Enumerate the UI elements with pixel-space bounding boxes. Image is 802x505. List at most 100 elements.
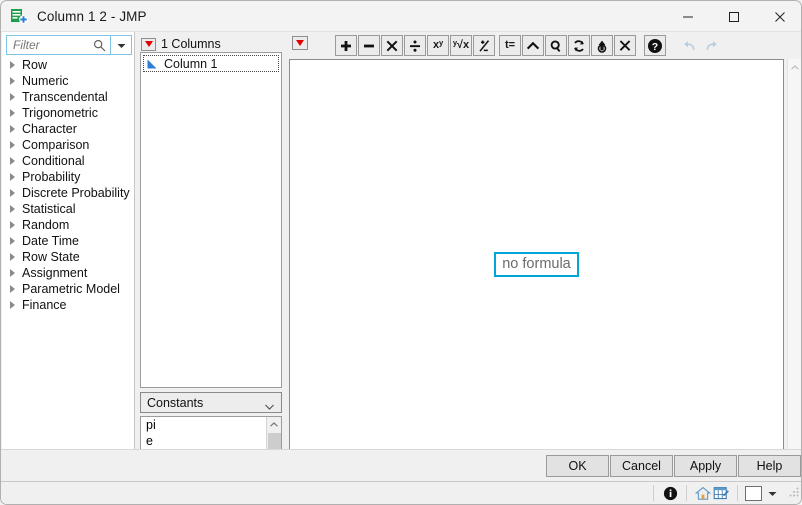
plus-minus-button[interactable]	[473, 35, 495, 56]
column-list-item[interactable]: Column 1	[143, 55, 279, 72]
chevron-down-icon[interactable]	[768, 486, 777, 500]
svg-text:?: ?	[652, 41, 658, 53]
columns-list[interactable]: Column 1	[140, 52, 282, 388]
help-text-button[interactable]: Help	[738, 455, 801, 477]
status-divider	[737, 485, 738, 501]
function-category-label: Parametric Model	[22, 282, 120, 296]
peel-up-button[interactable]	[522, 35, 544, 56]
function-category-label: Date Time	[22, 234, 79, 248]
function-category-label: Discrete Probability	[22, 186, 130, 200]
home-icon[interactable]	[694, 484, 712, 502]
redo-button[interactable]	[701, 35, 723, 56]
function-category-finance[interactable]: Finance	[2, 297, 135, 313]
cancel-button[interactable]: Cancel	[610, 455, 673, 477]
divide-button[interactable]	[404, 35, 426, 56]
function-category-transcendental[interactable]: Transcendental	[2, 89, 135, 105]
chevron-right-icon	[10, 237, 15, 245]
root-button[interactable]: ʸ√x	[450, 35, 472, 56]
function-category-label: Random	[22, 218, 70, 232]
function-category-discrete-probability[interactable]: Discrete Probability	[2, 185, 135, 201]
operator-button-group: xʸ ʸ√x	[335, 35, 496, 56]
filter-dropdown-button[interactable]	[111, 35, 132, 55]
dialog-button-bar: OK Cancel Apply Help	[1, 449, 801, 481]
chevron-right-icon	[10, 285, 15, 293]
constants-dropdown[interactable]: Constants	[140, 392, 282, 413]
undo-button[interactable]	[678, 35, 700, 56]
root-label: ʸ√x	[452, 39, 470, 51]
function-category-comparison[interactable]: Comparison	[2, 137, 135, 153]
help-button[interactable]: ?	[644, 35, 666, 56]
function-category-date-time[interactable]: Date Time	[2, 233, 135, 249]
scroll-up-icon[interactable]	[267, 417, 281, 432]
chevron-right-icon	[10, 205, 15, 213]
continuous-column-icon	[146, 58, 159, 70]
help-button-group: ?	[644, 35, 667, 56]
chevron-right-icon	[10, 173, 15, 181]
function-category-numeric[interactable]: Numeric	[2, 73, 135, 89]
function-category-label: Character	[22, 122, 77, 136]
scroll-up-icon[interactable]	[788, 59, 801, 75]
constants-dropdown-label: Constants	[147, 395, 204, 410]
constant-item[interactable]: e	[141, 433, 281, 449]
status-divider	[653, 485, 654, 501]
data-table-icon[interactable]	[712, 484, 730, 502]
formula-editor-window: Column 1 2 - JMP Filter Row Numeric Tran…	[0, 0, 802, 505]
swap-button[interactable]	[568, 35, 590, 56]
title-bar: Column 1 2 - JMP	[1, 1, 801, 32]
function-category-label: Statistical	[22, 202, 76, 216]
function-category-random[interactable]: Random	[2, 217, 135, 233]
minus-button[interactable]	[358, 35, 380, 56]
minimize-button[interactable]	[665, 1, 711, 32]
function-category-statistical[interactable]: Statistical	[2, 201, 135, 217]
color-swatch[interactable]	[745, 485, 762, 501]
plus-button[interactable]	[335, 35, 357, 56]
formula-area: xʸ ʸ√x t= ? no formula	[287, 32, 801, 482]
function-category-row-state[interactable]: Row State	[2, 249, 135, 265]
exchange-button[interactable]	[591, 35, 613, 56]
function-category-trigonometric[interactable]: Trigonometric	[2, 105, 135, 121]
status-divider	[686, 485, 687, 501]
power-label: xʸ	[432, 39, 444, 51]
function-category-label: Numeric	[22, 74, 69, 88]
chevron-right-icon	[10, 157, 15, 165]
close-button[interactable]	[757, 1, 801, 32]
multiply-button[interactable]	[381, 35, 403, 56]
function-category-label: Probability	[22, 170, 81, 184]
function-category-assignment[interactable]: Assignment	[2, 265, 135, 281]
power-button[interactable]: xʸ	[427, 35, 449, 56]
delete-button[interactable]	[614, 35, 636, 56]
insert-term-button[interactable]: t=	[499, 35, 521, 56]
function-category-parametric-model[interactable]: Parametric Model	[2, 281, 135, 297]
function-category-character[interactable]: Character	[2, 121, 135, 137]
unwrap-button[interactable]	[545, 35, 567, 56]
undo-redo-group	[678, 35, 724, 56]
function-category-label: Row State	[22, 250, 80, 264]
formula-menu-button[interactable]	[292, 36, 308, 50]
editing-button-group: t=	[499, 35, 637, 56]
filter-input[interactable]	[11, 37, 97, 53]
status-bar	[1, 481, 801, 504]
red-triangle-menu-icon	[296, 40, 304, 46]
resize-grip-icon[interactable]	[787, 485, 800, 501]
formula-vertical-scrollbar[interactable]	[787, 59, 801, 469]
function-category-list[interactable]: Row Numeric Transcendental Trigonometric…	[2, 57, 135, 457]
apply-button[interactable]: Apply	[674, 455, 737, 477]
ok-button[interactable]: OK	[546, 455, 609, 477]
function-category-probability[interactable]: Probability	[2, 169, 135, 185]
no-formula-placeholder[interactable]: no formula	[494, 251, 579, 277]
function-category-label: Trigonometric	[22, 106, 98, 120]
function-category-row[interactable]: Row	[2, 57, 135, 73]
maximize-button[interactable]	[711, 1, 757, 32]
info-icon[interactable]	[661, 484, 679, 502]
function-category-label: Row	[22, 58, 48, 72]
function-category-conditional[interactable]: Conditional	[2, 153, 135, 169]
filter-box[interactable]	[6, 35, 111, 55]
function-category-label: Transcendental	[22, 90, 108, 104]
constant-item[interactable]: pi	[141, 417, 281, 433]
formula-canvas[interactable]: no formula	[289, 59, 784, 469]
columns-menu-button[interactable]	[141, 37, 156, 51]
function-browser-panel: Row Numeric Transcendental Trigonometric…	[2, 32, 135, 482]
filter-row	[6, 35, 132, 55]
search-icon	[93, 39, 106, 55]
chevron-right-icon	[10, 221, 15, 229]
